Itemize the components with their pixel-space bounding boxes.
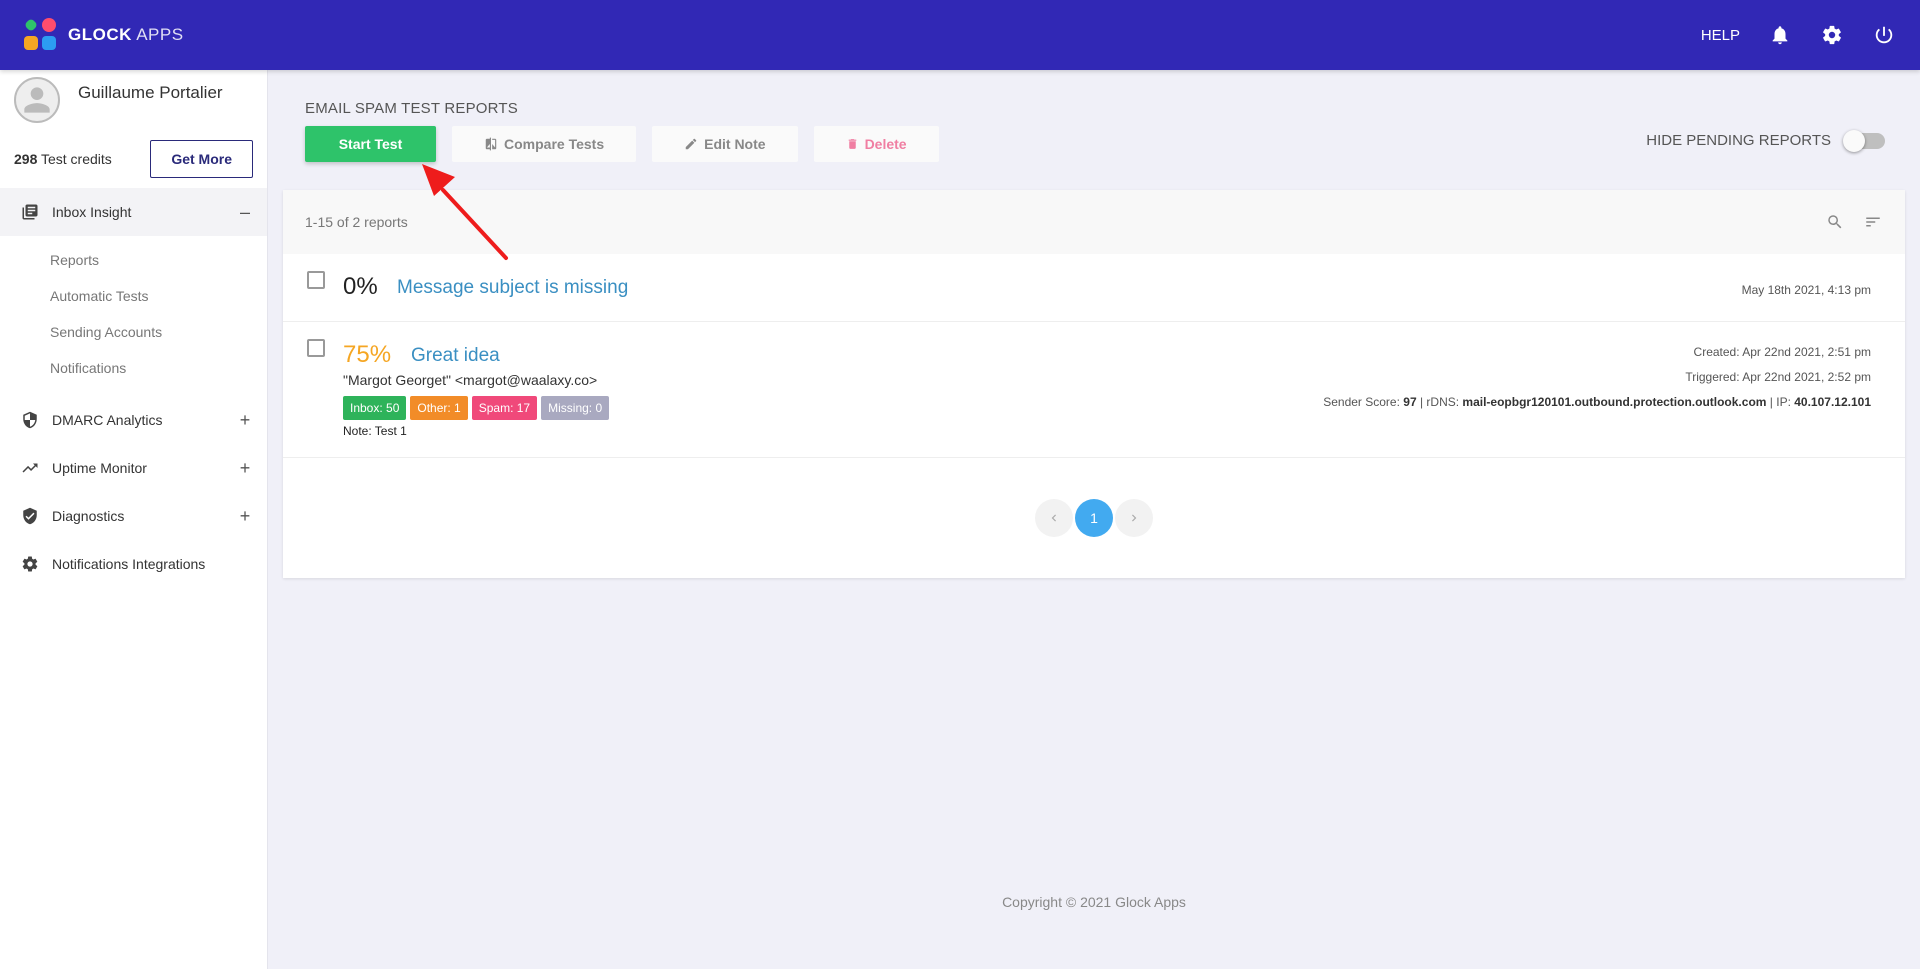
report-note: Note: Test 1	[343, 424, 407, 438]
report-date: May 18th 2021, 4:13 pm	[1741, 283, 1871, 297]
verified-check-icon	[20, 506, 40, 526]
search-icon[interactable]	[1825, 212, 1845, 232]
page-title: EMAIL SPAM TEST REPORTS	[305, 100, 518, 117]
compare-tests-button[interactable]: Compare Tests	[452, 126, 637, 162]
sidebar-item-label: Diagnostics	[52, 508, 125, 524]
sidebar-item-label: Inbox Insight	[52, 204, 132, 220]
sidebar-item-label: Uptime Monitor	[52, 460, 147, 476]
prev-page-button[interactable]	[1035, 499, 1073, 537]
sidebar-item-label: Notifications Integrations	[52, 556, 206, 572]
shield-icon	[20, 410, 40, 430]
report-count: 1-15 of 2 reports	[305, 214, 408, 230]
pencil-icon	[685, 138, 697, 150]
sidebar-item-notifications[interactable]: Notifications	[0, 350, 267, 386]
sidebar-item-inbox-insight[interactable]: Inbox Insight –	[0, 188, 267, 236]
sender-details: Sender Score: 97 | rDNS: mail-eopbgr1201…	[1323, 395, 1871, 409]
expand-icon[interactable]: +	[237, 458, 253, 479]
result-badges: Inbox: 50 Other: 1 Spam: 17 Missing: 0	[343, 396, 610, 420]
avatar[interactable]	[14, 77, 60, 123]
reports-table: 1-15 of 2 reports 0% Message subject is …	[283, 190, 1905, 578]
hide-pending-toggle[interactable]	[1843, 129, 1885, 152]
logo-icon	[23, 17, 58, 52]
test-credits: 298 Test credits	[14, 151, 112, 167]
inbox-percentage: 0%	[343, 273, 378, 300]
user-icon	[24, 87, 50, 113]
gear-icon	[20, 554, 40, 574]
user-name: Guillaume Portalier	[78, 83, 223, 102]
library-icon	[20, 202, 40, 222]
delete-button[interactable]: Delete	[813, 126, 939, 162]
next-page-button[interactable]	[1115, 499, 1153, 537]
sidebar-item-automatic-tests[interactable]: Automatic Tests	[0, 278, 267, 314]
ip-value: 40.107.12.101	[1794, 395, 1871, 409]
created-date: Created: Apr 22nd 2021, 2:51 pm	[1693, 345, 1871, 359]
top-bar: GLOCK APPS HELP	[0, 0, 1920, 70]
triggered-date: Triggered: Apr 22nd 2021, 2:52 pm	[1685, 370, 1871, 384]
sidebar-item-diagnostics[interactable]: Diagnostics +	[0, 492, 267, 540]
start-test-button[interactable]: Start Test	[305, 126, 436, 162]
expand-icon[interactable]: +	[237, 506, 253, 527]
sender-address: "Margot Georget" <margot@waalaxy.co>	[343, 372, 598, 388]
report-subject-link[interactable]: Great idea	[411, 345, 500, 367]
copyright-footer: Copyright © 2021 Glock Apps	[1002, 894, 1186, 910]
inbox-insight-submenu: Reports Automatic Tests Sending Accounts…	[0, 236, 267, 396]
sidebar-item-uptime-monitor[interactable]: Uptime Monitor +	[0, 444, 267, 492]
sender-score: 97	[1403, 395, 1417, 409]
rdns-value: mail-eopbgr120101.outbound.protection.ou…	[1462, 395, 1767, 409]
main-content: EMAIL SPAM TEST REPORTS Start Test Compa…	[283, 70, 1905, 578]
sidebar-item-notifications-integrations[interactable]: Notifications Integrations	[0, 540, 267, 588]
inbox-percentage: 75%	[343, 341, 392, 368]
report-subject-link[interactable]: Message subject is missing	[397, 277, 628, 299]
sidebar-item-dmarc-analytics[interactable]: DMARC Analytics +	[0, 396, 267, 444]
get-more-button[interactable]: Get More	[150, 140, 253, 178]
compare-icon	[485, 137, 497, 151]
table-toolbar: 1-15 of 2 reports	[283, 190, 1905, 254]
help-link[interactable]: HELP	[1701, 27, 1740, 44]
gear-icon[interactable]	[1820, 23, 1844, 47]
trash-icon	[848, 139, 856, 149]
power-icon[interactable]	[1872, 23, 1896, 47]
chevron-left-icon	[1051, 514, 1056, 522]
collapse-icon[interactable]: –	[237, 202, 253, 223]
page-number-button[interactable]: 1	[1075, 499, 1113, 537]
hide-pending-control: HIDE PENDING REPORTS	[1646, 129, 1885, 152]
bell-icon[interactable]	[1768, 23, 1792, 47]
sort-icon[interactable]	[1863, 212, 1883, 232]
pagination: 1	[283, 458, 1905, 578]
sidebar-item-sending-accounts[interactable]: Sending Accounts	[0, 314, 267, 350]
sidebar-item-label: DMARC Analytics	[52, 412, 163, 428]
missing-badge: Missing: 0	[541, 396, 610, 420]
table-row[interactable]: 75% Great idea "Margot Georget" <margot@…	[283, 322, 1905, 458]
app-logo[interactable]: GLOCK APPS	[23, 17, 184, 52]
user-profile: Guillaume Portalier	[0, 70, 267, 130]
spam-badge: Spam: 17	[471, 396, 538, 420]
hide-pending-label: HIDE PENDING REPORTS	[1646, 132, 1831, 149]
action-toolbar: Start Test Compare Tests Edit Note Delet…	[305, 126, 939, 162]
row-checkbox[interactable]	[307, 339, 325, 357]
brand-name: GLOCK APPS	[68, 25, 184, 44]
expand-icon[interactable]: +	[237, 410, 253, 431]
chevron-right-icon	[1132, 514, 1137, 522]
table-row[interactable]: 0% Message subject is missing May 18th 2…	[283, 254, 1905, 322]
sidebar: Guillaume Portalier 298 Test credits Get…	[0, 70, 268, 969]
inbox-badge: Inbox: 50	[343, 396, 407, 420]
edit-note-button[interactable]: Edit Note	[652, 126, 798, 162]
trending-up-icon	[20, 458, 40, 478]
other-badge: Other: 1	[410, 396, 468, 420]
row-checkbox[interactable]	[307, 271, 325, 289]
sidebar-item-reports[interactable]: Reports	[0, 242, 267, 278]
